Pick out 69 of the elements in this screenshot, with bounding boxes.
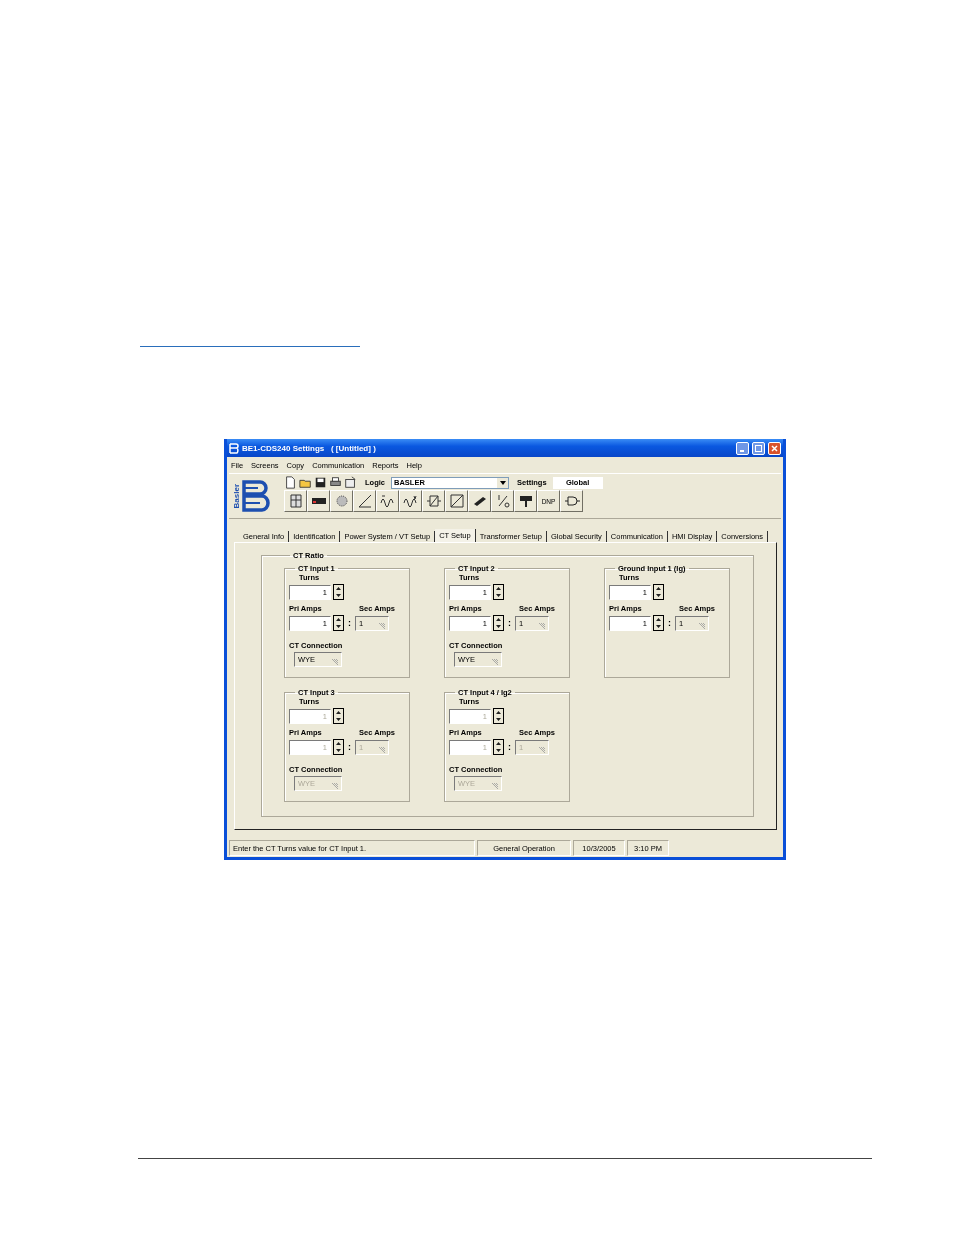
- save-icon[interactable]: [314, 476, 327, 489]
- logo-icon: [242, 479, 270, 513]
- pen-button[interactable]: [468, 490, 491, 512]
- spinner[interactable]: [493, 615, 504, 631]
- ratio-colon: :: [668, 618, 671, 628]
- logo-text: Basler: [232, 483, 241, 509]
- hatch-icon: [698, 621, 706, 629]
- grid-button[interactable]: [284, 490, 307, 512]
- hatch-icon: [378, 621, 386, 629]
- dial-button[interactable]: [330, 490, 353, 512]
- page-icon[interactable]: [344, 476, 357, 489]
- block-button[interactable]: [422, 490, 445, 512]
- spinner[interactable]: [333, 708, 344, 724]
- diagonal-icon: [448, 493, 465, 509]
- up-down-arrows-icon: [654, 585, 663, 599]
- window-title: BE1-CDS240 Settings ( [Untitled] ): [242, 443, 377, 453]
- stamp-icon: [517, 493, 534, 509]
- spinner[interactable]: [653, 584, 664, 600]
- up-down-arrows-icon: [494, 709, 503, 723]
- ratio-colon: :: [348, 618, 351, 628]
- grid-icon: [287, 493, 304, 509]
- hatch-icon: [331, 658, 339, 665]
- stamp-button[interactable]: [514, 490, 537, 512]
- up-down-arrows-icon: [494, 585, 503, 599]
- spinner[interactable]: [493, 739, 504, 755]
- block-icon: [425, 493, 442, 509]
- up-down-arrows-icon: [334, 709, 343, 723]
- minimize-button[interactable]: [736, 441, 749, 455]
- spinner[interactable]: [333, 615, 344, 631]
- hatch-icon: [538, 745, 546, 753]
- hatch-icon: [378, 745, 386, 753]
- hatch-icon: [491, 658, 499, 665]
- new-file-icon[interactable]: [284, 476, 297, 489]
- wave-icon: [379, 493, 396, 509]
- wave-button[interactable]: [399, 490, 422, 512]
- spinner[interactable]: [493, 708, 504, 724]
- up-down-arrows-icon: [334, 740, 343, 754]
- ratio-colon: :: [348, 742, 351, 752]
- dial-icon: [333, 493, 350, 509]
- device-button[interactable]: [307, 490, 330, 512]
- caret-icon: [499, 480, 506, 485]
- switch-button[interactable]: [491, 490, 514, 512]
- close-icon: [771, 444, 778, 452]
- maximize-icon: [755, 444, 762, 452]
- ratio-colon: :: [508, 618, 511, 628]
- hatch-icon: [491, 782, 499, 789]
- spinner[interactable]: [493, 584, 504, 600]
- up-down-arrows-icon: [334, 585, 343, 599]
- diagonal-button[interactable]: [445, 490, 468, 512]
- gate-button[interactable]: [560, 490, 583, 512]
- ramp-button[interactable]: [353, 490, 376, 512]
- ramp-icon: [356, 493, 373, 509]
- up-down-arrows-icon: [654, 616, 663, 630]
- hatch-icon: [538, 621, 546, 629]
- up-down-arrows-icon: [494, 616, 503, 630]
- spinner[interactable]: [333, 739, 344, 755]
- spinner[interactable]: [333, 584, 344, 600]
- logo-icon: [229, 442, 239, 454]
- wave-button[interactable]: [376, 490, 399, 512]
- close-button[interactable]: [768, 441, 781, 455]
- up-down-arrows-icon: [334, 616, 343, 630]
- maximize-button[interactable]: [752, 441, 765, 455]
- hatch-icon: [331, 782, 339, 789]
- gate-icon: [563, 496, 580, 506]
- spinner[interactable]: [653, 615, 664, 631]
- up-down-arrows-icon: [494, 740, 503, 754]
- ratio-colon: :: [508, 742, 511, 752]
- wave-icon: [402, 493, 419, 509]
- print-icon[interactable]: [329, 476, 342, 489]
